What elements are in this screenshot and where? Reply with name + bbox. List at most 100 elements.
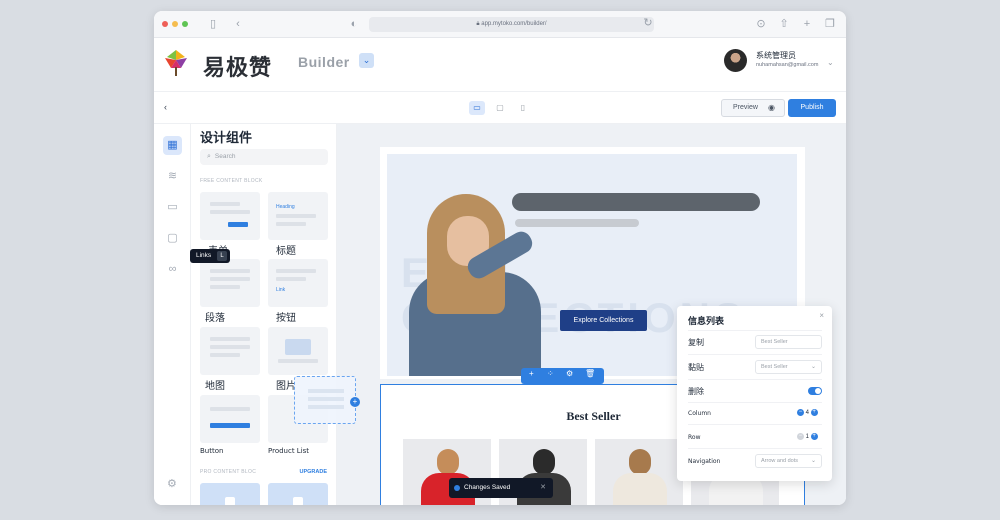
desktop-view-icon[interactable]: ▭ xyxy=(469,101,485,115)
drag-ghost-block[interactable]: + xyxy=(294,376,360,424)
eye-icon: ◉ xyxy=(768,103,775,112)
search-input[interactable]: ⌕ Search xyxy=(200,149,328,165)
row-label: Row xyxy=(688,434,701,441)
app-header: 易极赞 Builder ⌄ 系统管理员 nuhamahsan@gmail.com… xyxy=(154,38,846,92)
hero-title-placeholder xyxy=(512,193,760,211)
lock-icon xyxy=(293,497,303,505)
heading-block-tile[interactable]: Heading xyxy=(268,192,328,240)
pro-block-tile-2[interactable] xyxy=(268,483,328,505)
add-icon[interactable]: + xyxy=(529,369,534,378)
upgrade-link[interactable]: UPGRADE xyxy=(299,469,327,475)
builder-dropdown-icon[interactable]: ⌄ xyxy=(359,53,374,68)
close-icon[interactable]: × xyxy=(819,311,824,320)
back-icon[interactable]: ‹ xyxy=(232,18,244,30)
download-icon[interactable]: ⊙ xyxy=(755,18,767,30)
blocks-icon[interactable]: ▦ xyxy=(163,136,182,155)
column-stepper[interactable]: − 4 + xyxy=(797,409,818,416)
tile-label-product-list: Product List xyxy=(268,447,310,455)
paste-label: 黏贴 xyxy=(688,363,704,372)
layers-icon[interactable]: ≋ xyxy=(163,167,182,186)
publish-button[interactable]: Publish xyxy=(788,99,836,117)
tablet-view-icon[interactable]: ▢ xyxy=(492,101,508,115)
minus-icon[interactable]: − xyxy=(797,433,804,440)
app-window: ▯ ‹ ◐ 🔒︎ app.mytoko.com/builder/ ↻ ⊙ ⇧ +… xyxy=(154,11,846,505)
search-placeholder: Search xyxy=(214,153,236,160)
copy-field[interactable]: Best Seller xyxy=(755,335,822,349)
check-icon xyxy=(454,485,460,491)
map-block-tile[interactable] xyxy=(200,327,260,375)
components-panel: 设计组件 ⌕Search FREE CONTENT BLOCK 表单 Headi… xyxy=(191,124,337,505)
minimize-window-dot[interactable] xyxy=(172,21,178,27)
gear-icon[interactable]: ⚙ xyxy=(566,369,573,378)
trash-icon[interactable]: 🗑︎ xyxy=(585,369,595,378)
hero-subtitle-placeholder xyxy=(515,219,639,227)
button-en-block-tile[interactable] xyxy=(200,395,260,443)
user-email: nuhamahsan@gmail.com xyxy=(756,62,819,68)
button-block-tile[interactable]: Link xyxy=(268,259,328,307)
tile-label-paragraph: 段落 xyxy=(205,313,225,324)
share-icon[interactable]: ⇧ xyxy=(778,18,790,30)
url-text: app.mytoko.com/builder/ xyxy=(481,21,547,27)
tile-label-heading: 标题 xyxy=(276,246,296,257)
settings-icon[interactable]: ⚙ xyxy=(167,477,177,490)
form-block-tile[interactable] xyxy=(200,192,260,240)
link-icon[interactable]: ∞ xyxy=(163,260,182,279)
new-tab-icon[interactable]: + xyxy=(801,18,813,30)
copy-label: 复制 xyxy=(688,338,704,347)
product-card[interactable] xyxy=(595,439,683,505)
delete-toggle[interactable] xyxy=(808,387,822,395)
collapse-icon[interactable]: ‹ xyxy=(164,102,167,112)
move-icon[interactable]: ⁘ xyxy=(547,369,554,378)
toast-text: Changes Saved xyxy=(464,484,511,491)
explore-collections-button[interactable]: Explore Collections xyxy=(560,310,647,331)
free-section-label: FREE CONTENT BLOCK xyxy=(200,178,263,184)
user-menu-chevron-icon[interactable]: ⌄ xyxy=(827,58,834,67)
builder-toolbar: ‹ ▭ ▢ ▯ Preview ◉ Publish xyxy=(154,92,846,124)
plus-icon[interactable]: + xyxy=(810,433,818,440)
url-bar[interactable]: 🔒︎ app.mytoko.com/builder/ xyxy=(369,17,654,32)
reload-icon[interactable]: ↻ xyxy=(642,17,654,29)
chevron-down-icon: ⌄ xyxy=(810,458,816,464)
avatar[interactable] xyxy=(724,49,747,72)
lock-icon xyxy=(225,497,235,505)
shortcut-key: L xyxy=(217,251,227,261)
left-rail: ▦ ≋ ▭ ▢ ∞ xyxy=(154,124,191,505)
minus-icon[interactable]: − xyxy=(797,409,804,416)
panel-title: 设计组件 xyxy=(200,131,253,146)
navigation-select-value: Arrow and dots xyxy=(761,458,798,464)
navigation-label: Navigation xyxy=(688,458,721,465)
block-edit-toolbar: + ⁘ ⚙ 🗑︎ xyxy=(521,368,604,384)
paragraph-block-tile[interactable] xyxy=(200,259,260,307)
search-icon: ⌕ xyxy=(207,153,211,160)
delete-label: 删除 xyxy=(688,387,704,396)
builder-label: Builder xyxy=(298,54,350,70)
mobile-view-icon[interactable]: ▯ xyxy=(515,101,531,115)
navigation-select[interactable]: Arrow and dots ⌄ xyxy=(755,454,822,468)
image-thumb-icon xyxy=(285,339,311,355)
tile-label-button-cn: 按钮 xyxy=(276,313,296,324)
changes-saved-toast: Changes Saved ✕ xyxy=(449,478,553,498)
plus-icon[interactable]: + xyxy=(810,409,818,416)
bag-icon[interactable]: ▢ xyxy=(163,229,182,248)
row-stepper[interactable]: − 1 + xyxy=(797,433,818,440)
shield-icon[interactable]: ◐ xyxy=(348,18,360,30)
tabs-overview-icon[interactable]: ❐ xyxy=(824,18,836,30)
maximize-window-dot[interactable] xyxy=(182,21,188,27)
column-value: 4 xyxy=(805,410,810,417)
pro-block-tile-1[interactable] xyxy=(200,483,260,505)
paste-select[interactable]: Best Seller ⌄ xyxy=(755,360,822,374)
row-value: 1 xyxy=(805,434,810,441)
comment-icon[interactable]: ▭ xyxy=(163,198,182,217)
preview-button[interactable]: Preview ◉ xyxy=(721,99,785,117)
tile-label-image: 图片 xyxy=(276,381,296,392)
close-window-dot[interactable] xyxy=(162,21,168,27)
close-icon[interactable]: ✕ xyxy=(540,478,546,498)
heading-thumb-text: Heading xyxy=(276,204,295,210)
link-thumb-text: Link xyxy=(276,287,286,293)
links-tooltip: Links L xyxy=(190,249,230,263)
sidebar-toggle-icon[interactable]: ▯ xyxy=(207,18,219,30)
user-name: 系统管理员 xyxy=(756,51,796,60)
image-block-tile[interactable] xyxy=(268,327,328,375)
add-block-icon[interactable]: + xyxy=(350,397,360,407)
chevron-down-icon: ⌄ xyxy=(810,364,816,370)
